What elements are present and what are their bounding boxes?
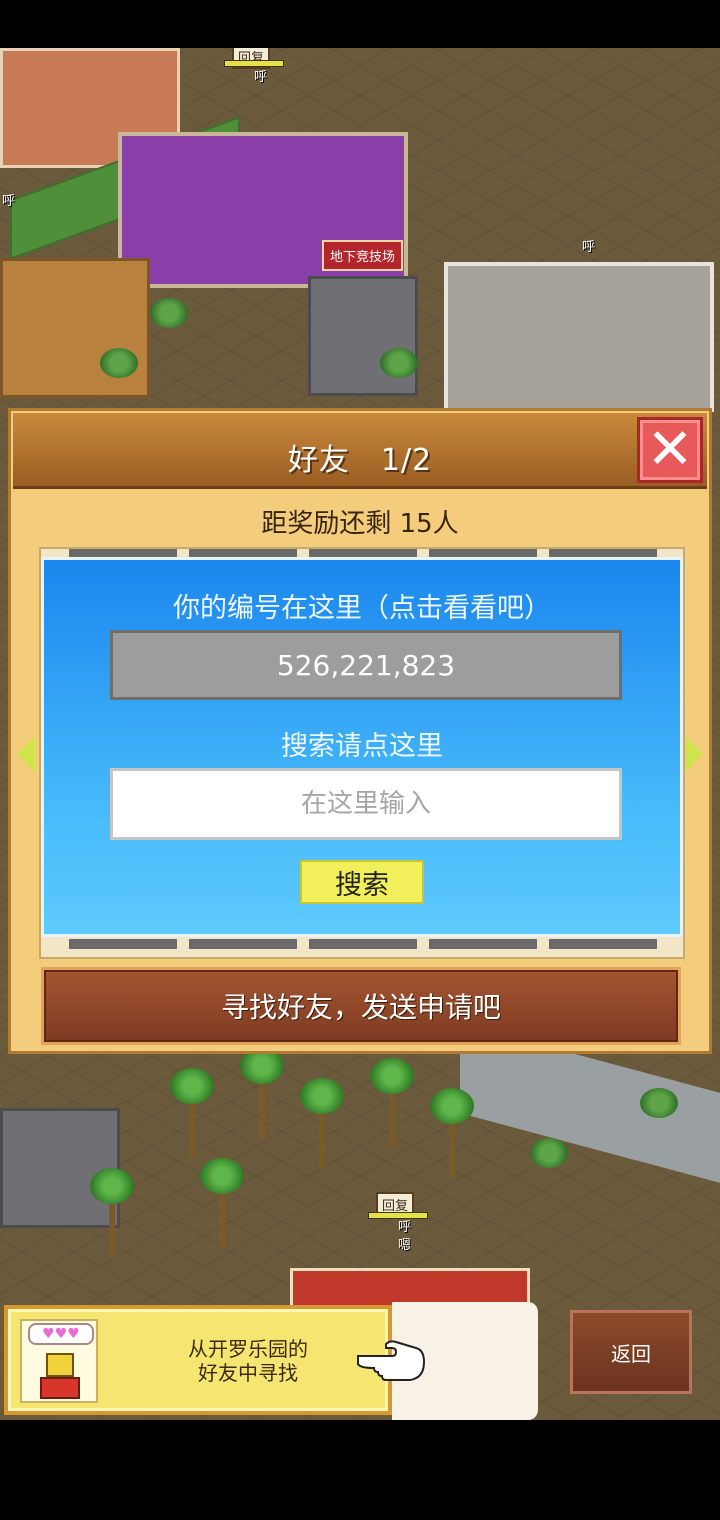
palm-tree: [430, 1088, 474, 1178]
dialog-header: 好友 1/2 ✕: [13, 413, 707, 489]
bush: [100, 348, 138, 378]
dialog-title: 好友 1/2: [287, 443, 433, 478]
speech-exclaim: 嗯: [398, 1238, 412, 1253]
player-id-box[interactable]: 526,221,823: [110, 630, 622, 700]
speech-exclaim: 呼: [254, 70, 268, 85]
prev-page-arrow-icon[interactable]: [17, 736, 35, 772]
kairo-friend-hint[interactable]: ♥♥♥ 从开罗乐园的 好友中寻找: [4, 1305, 392, 1415]
palm-tree: [370, 1058, 414, 1148]
find-friends-button[interactable]: 寻找好友，发送申请吧: [41, 967, 681, 1045]
arena-sign[interactable]: 地下竞技场: [322, 240, 404, 271]
close-button[interactable]: ✕: [637, 417, 703, 483]
search-label: 搜索请点这里: [281, 731, 443, 762]
reward-remaining-text: 距奖励还剩 15人: [261, 509, 459, 539]
palm-tree: [240, 1048, 284, 1138]
palm-tree: [170, 1068, 214, 1158]
bush: [640, 1088, 678, 1118]
avatar: ♥♥♥: [20, 1319, 98, 1403]
palm-tree: [90, 1168, 134, 1258]
grey-room: [444, 262, 714, 412]
back-button[interactable]: 返回: [570, 1310, 692, 1394]
hearts-icon: ♥♥♥: [28, 1323, 94, 1345]
search-input[interactable]: [110, 768, 622, 840]
pointing-hand-icon: [357, 1340, 426, 1381]
palm-tree: [300, 1078, 344, 1168]
friend-slot-tab: [429, 939, 537, 949]
arena-building: [308, 276, 418, 396]
id-label: 你的编号在这里（点击看看吧）: [173, 593, 551, 624]
search-button[interactable]: 搜索: [300, 860, 424, 904]
friend-dialog: 好友 1/2 ✕ 距奖励还剩 15人 你的编号在这里（点击看看吧） 526,22…: [8, 408, 712, 1054]
speech-exclaim: 呼: [398, 1220, 412, 1235]
robot-mascot-body: [40, 1377, 80, 1399]
friend-search-panel: 你的编号在这里（点击看看吧） 526,221,823 搜索请点这里 搜索: [41, 557, 683, 937]
next-page-arrow-icon[interactable]: [685, 736, 703, 772]
bush: [380, 348, 418, 378]
bush: [150, 298, 188, 328]
bush: [530, 1138, 568, 1168]
palm-tree: [200, 1158, 244, 1248]
speech-exclaim: 呼: [2, 194, 16, 209]
hint-text: 从开罗乐园的 好友中寻找: [188, 1337, 308, 1385]
wood-room: [0, 258, 150, 398]
friend-slot-tab: [549, 939, 657, 949]
close-icon: ✕: [646, 417, 694, 482]
friend-slot-tab: [309, 939, 417, 949]
speech-exclaim: 呼: [582, 240, 596, 255]
friend-slot-tab: [69, 939, 177, 949]
robot-mascot-icon: [46, 1353, 74, 1377]
friend-slot-tab: [189, 939, 297, 949]
